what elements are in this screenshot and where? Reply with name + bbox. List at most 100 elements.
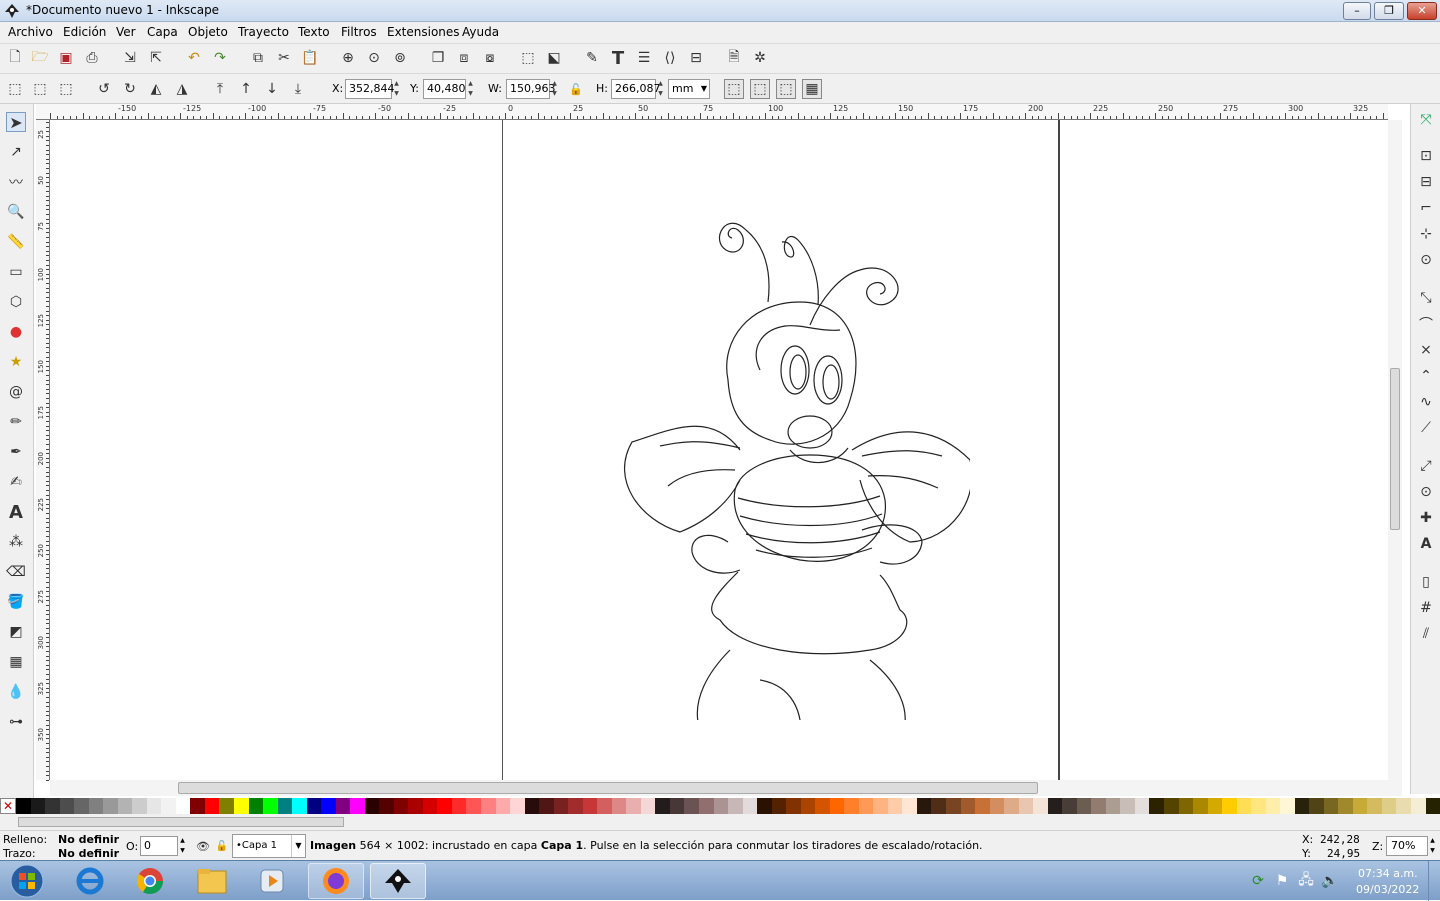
vertical-scroll-thumb[interactable] [1390, 368, 1400, 530]
move-patterns-icon[interactable]: ▦ [802, 79, 822, 99]
palette-swatch[interactable] [451, 798, 467, 814]
palette-swatch[interactable] [88, 798, 104, 814]
star-tool-icon[interactable]: ★ [6, 352, 26, 372]
palette-swatch[interactable] [611, 798, 627, 814]
maximize-button[interactable]: ❐ [1374, 2, 1404, 20]
3d-box-tool-icon[interactable]: ⬡ [6, 292, 26, 312]
palette-swatch[interactable] [757, 798, 772, 814]
layer-lock-icon[interactable]: 🔓 [212, 836, 232, 856]
taskbar-ie[interactable] [62, 863, 118, 899]
palette-swatch[interactable] [698, 798, 714, 814]
scale-corners-icon[interactable]: ⬚ [750, 79, 770, 99]
rotate-cw-icon[interactable]: ↻ [120, 79, 140, 99]
palette-swatch[interactable] [190, 798, 205, 814]
palette-swatch[interactable] [1265, 798, 1281, 814]
snap-path-intersection-icon[interactable]: ⨯ [1416, 340, 1436, 360]
redo-icon[interactable]: ↷ [210, 48, 230, 68]
snap-others-icon[interactable]: ⤢ [1416, 456, 1436, 476]
snap-text-baseline-icon[interactable]: A [1416, 534, 1436, 554]
palette-swatch[interactable] [1222, 798, 1237, 814]
snap-paths-icon[interactable]: ⌒ [1416, 314, 1436, 334]
rotate-ccw-icon[interactable]: ↺ [94, 79, 114, 99]
snap-cusp-nodes-icon[interactable]: ⌃ [1416, 366, 1436, 386]
palette-swatch[interactable] [495, 798, 511, 814]
palette-swatch[interactable] [379, 798, 394, 814]
palette-swatch[interactable] [248, 798, 264, 814]
no-paint-swatch-icon[interactable]: ✕ [0, 798, 16, 814]
snap-bbox-midpoint-icon[interactable]: ⊹ [1416, 224, 1436, 244]
flip-vertical-icon[interactable]: ◮ [172, 79, 192, 99]
snap-line-midpoints-icon[interactable]: ⟋ [1416, 418, 1436, 438]
opacity-input[interactable]: 0 [140, 836, 178, 856]
snap-bbox-edge-icon[interactable]: ⊟ [1416, 172, 1436, 192]
palette-swatch[interactable] [1149, 798, 1164, 814]
palette-swatch[interactable] [335, 798, 351, 814]
palette-swatch[interactable] [321, 798, 336, 814]
snap-rotation-center-icon[interactable]: ✚ [1416, 508, 1436, 528]
tweak-tool-icon[interactable]: 〰 [6, 172, 26, 192]
node-tool-icon[interactable]: ↗ [6, 142, 26, 162]
snap-grids-icon[interactable]: # [1416, 598, 1436, 618]
palette-swatch[interactable] [800, 798, 816, 814]
palette-swatch[interactable] [771, 798, 787, 814]
zoom-spinner-icon[interactable]: ▲ ▼ [1428, 836, 1437, 856]
import-icon[interactable]: ⇲ [120, 48, 140, 68]
clone-icon[interactable]: ⧈ [454, 48, 474, 68]
palette-swatch[interactable] [568, 798, 583, 814]
palette-swatch[interactable] [1294, 798, 1310, 814]
menu-extensiones[interactable]: Extensiones [387, 25, 460, 39]
h-spinner-icon[interactable]: ▲ ▼ [656, 79, 665, 99]
palette-swatch[interactable] [1076, 798, 1092, 814]
cut-icon[interactable]: ✂ [274, 48, 294, 68]
menu-texto[interactable]: Texto [298, 25, 330, 39]
clock-date[interactable]: 09/03/2022 [1356, 883, 1419, 896]
palette-swatch[interactable] [1251, 798, 1266, 814]
start-button[interactable] [0, 863, 54, 899]
palette-swatch[interactable] [684, 798, 699, 814]
print-icon[interactable]: ⎙ [82, 48, 102, 68]
palette-swatch[interactable] [350, 798, 365, 814]
snap-bbox-center-icon[interactable]: ⊙ [1416, 250, 1436, 270]
snap-bbox-icon[interactable]: ⊡ [1416, 146, 1436, 166]
menu-archivo[interactable]: Archivo [8, 25, 53, 39]
palette-swatch[interactable] [1033, 798, 1048, 814]
palette-swatch[interactable] [669, 798, 685, 814]
palette-swatch[interactable] [1207, 798, 1223, 814]
ungroup-icon[interactable]: ⬕ [544, 48, 564, 68]
snap-object-centers-icon[interactable]: ⊙ [1416, 482, 1436, 502]
flip-horizontal-icon[interactable]: ◭ [146, 79, 166, 99]
palette-swatch[interactable] [742, 798, 758, 814]
clock-time[interactable]: 07:34 a.m. [1358, 867, 1418, 880]
snap-toggle-icon[interactable]: ⤧ [1416, 110, 1436, 130]
fill-stroke-icon[interactable]: ✎ [582, 48, 602, 68]
palette-swatch[interactable] [408, 798, 423, 814]
palette-swatch[interactable] [364, 798, 380, 814]
undo-icon[interactable]: ↶ [184, 48, 204, 68]
layers-icon[interactable]: ☰ [634, 48, 654, 68]
tray-flag-icon[interactable]: ⚑ [1272, 871, 1292, 891]
deselect-icon[interactable]: ⬚ [56, 79, 76, 99]
text-font-icon[interactable]: T [608, 48, 628, 69]
unit-select[interactable]: mm ▼ [668, 79, 710, 99]
w-spinner-icon[interactable]: ▲ ▼ [550, 79, 559, 99]
palette-swatch[interactable] [45, 798, 60, 814]
menu-edicion[interactable]: Edición [63, 25, 106, 39]
palette-swatch[interactable] [582, 798, 598, 814]
palette-swatch[interactable] [117, 798, 133, 814]
copy-icon[interactable]: ⧉ [248, 48, 268, 68]
palette-swatch[interactable] [292, 798, 307, 814]
palette-swatch[interactable] [306, 798, 322, 814]
palette-swatch[interactable] [1236, 798, 1252, 814]
palette-scrollbar[interactable] [0, 814, 1440, 830]
palette-swatch[interactable] [786, 798, 801, 814]
palette-swatch[interactable] [175, 798, 191, 814]
paint-bucket-tool-icon[interactable]: 🪣 [6, 592, 26, 612]
w-input[interactable]: 150,963 [506, 79, 556, 99]
select-all-layers-icon[interactable]: ⬚ [30, 79, 50, 99]
rectangle-tool-icon[interactable]: ▭ [6, 262, 26, 282]
tray-volume-icon[interactable]: 🔈 [1320, 871, 1340, 891]
palette-swatch[interactable] [59, 798, 75, 814]
minimize-button[interactable]: – [1343, 2, 1371, 20]
taskbar-chrome[interactable] [122, 863, 178, 899]
palette-swatch[interactable] [161, 798, 176, 814]
